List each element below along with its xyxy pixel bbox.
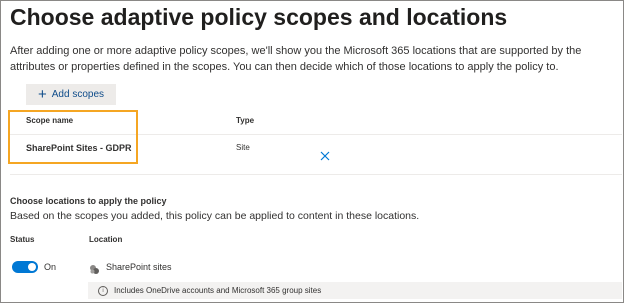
add-scopes-label: Add scopes <box>51 89 105 100</box>
plus-icon: + <box>37 86 47 103</box>
toggle-knob <box>28 263 36 271</box>
sharepoint-status-toggle[interactable] <box>12 261 38 273</box>
toggle-state-label: On <box>44 262 57 272</box>
info-banner: i Includes OneDrive accounts and Microso… <box>88 282 622 299</box>
locations-title: Choose locations to apply the policy <box>10 196 167 206</box>
scope-type-cell: Site <box>236 143 250 152</box>
column-header-type: Type <box>236 116 255 125</box>
column-header-status: Status <box>10 235 35 244</box>
page-title: Choose adaptive policy scopes and locati… <box>10 4 508 30</box>
add-scopes-button[interactable]: + Add scopes <box>26 84 116 105</box>
locations-description: Based on the scopes you added, this poli… <box>10 210 420 222</box>
location-name: SharePoint sites <box>106 262 172 272</box>
sharepoint-icon <box>89 262 100 280</box>
scope-highlight-box <box>8 110 138 164</box>
info-text: Includes OneDrive accounts and Microsoft… <box>114 286 322 295</box>
info-icon: i <box>98 285 108 296</box>
row-divider <box>10 174 622 175</box>
column-header-location: Location <box>89 235 123 244</box>
close-icon[interactable] <box>320 149 330 164</box>
page-description: After adding one or more adaptive policy… <box>10 45 582 73</box>
